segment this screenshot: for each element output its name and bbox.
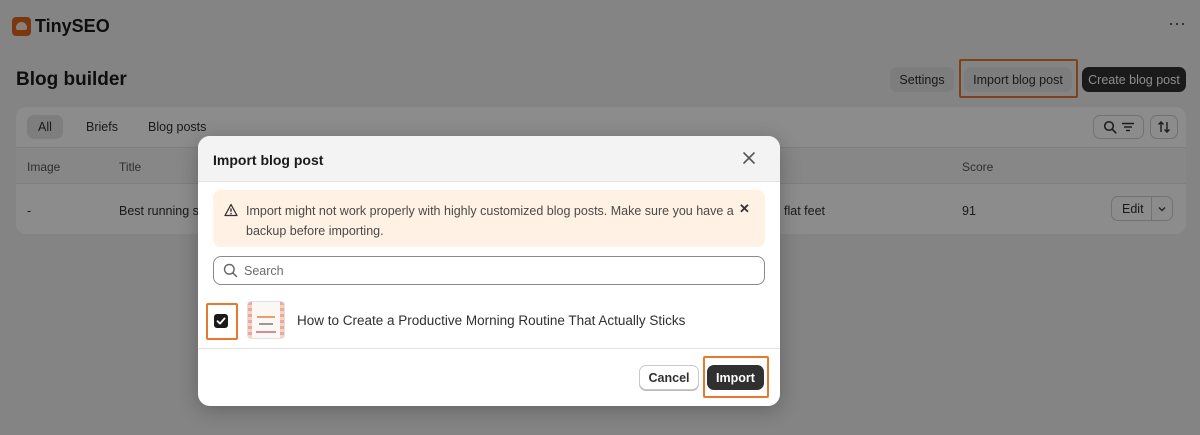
import-blog-post-modal: Import blog post Import might not work p… [198,136,780,406]
post-thumbnail [247,301,285,339]
highlight-box [206,303,238,340]
warning-banner: Import might not work properly with high… [213,190,765,247]
cancel-button[interactable]: Cancel [639,365,699,390]
modal-header: Import blog post [198,136,780,182]
warning-text: Import might not work properly with high… [246,204,734,238]
search-input[interactable] [244,261,754,280]
post-title: How to Create a Productive Morning Routi… [297,313,686,328]
list-item[interactable]: How to Create a Productive Morning Routi… [198,294,780,349]
highlight-box [703,356,769,398]
warning-icon [224,203,238,217]
modal-title: Import blog post [213,152,324,168]
search-field[interactable] [213,256,765,285]
dismiss-warning-icon[interactable]: ✕ [739,201,750,217]
search-icon [223,263,238,278]
close-icon[interactable] [742,148,756,169]
